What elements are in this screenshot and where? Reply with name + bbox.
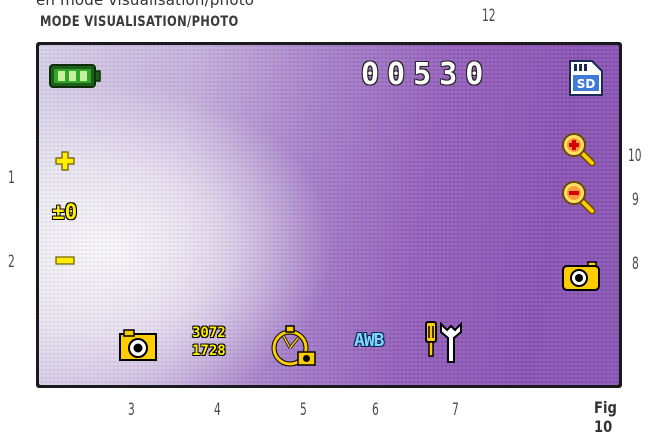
camera-icon[interactable] xyxy=(561,260,601,292)
resolution-height: 1728 xyxy=(192,343,226,359)
callout-7: 7 xyxy=(452,400,459,420)
plus-icon[interactable] xyxy=(54,150,76,172)
exposure-value: ±0 xyxy=(52,200,78,224)
camera-mode-icon[interactable] xyxy=(118,328,158,362)
settings-tools-icon[interactable] xyxy=(421,320,465,366)
figure-label: Fig 10 xyxy=(594,398,617,436)
callout-9: 9 xyxy=(632,190,639,210)
callout-1: 1 xyxy=(8,168,15,188)
zoom-out-icon[interactable] xyxy=(560,179,596,215)
callout-6: 6 xyxy=(372,400,379,420)
zoom-in-icon[interactable] xyxy=(560,131,596,167)
callout-2: 2 xyxy=(8,252,15,272)
callout-4: 4 xyxy=(214,400,221,420)
callout-12: 12 xyxy=(482,6,496,26)
callout-8: 8 xyxy=(632,254,639,274)
camera-lcd-screen: 00530 SD ±0 3072 1728 AWB xyxy=(39,45,619,385)
sd-card-icon: SD xyxy=(569,60,603,96)
callout-3: 3 xyxy=(128,400,135,420)
shot-counter: 00530 xyxy=(361,57,492,92)
white-balance-indicator[interactable]: AWB xyxy=(354,330,384,351)
section-title: MODE VISUALISATION/PHOTO xyxy=(40,14,239,30)
resolution-readout[interactable]: 3072 1728 xyxy=(192,324,226,360)
callout-5: 5 xyxy=(300,400,307,420)
camera-lcd-bezel: 00530 SD ±0 3072 1728 AWB xyxy=(36,42,622,388)
battery-full-icon xyxy=(49,64,101,88)
cut-off-heading: en mode visualisation/photo xyxy=(36,0,255,9)
resolution-width: 3072 xyxy=(192,325,226,341)
sd-label: SD xyxy=(577,77,596,91)
minus-icon[interactable] xyxy=(54,255,76,267)
self-timer-icon[interactable] xyxy=(270,324,318,368)
callout-10: 10 xyxy=(628,146,642,166)
